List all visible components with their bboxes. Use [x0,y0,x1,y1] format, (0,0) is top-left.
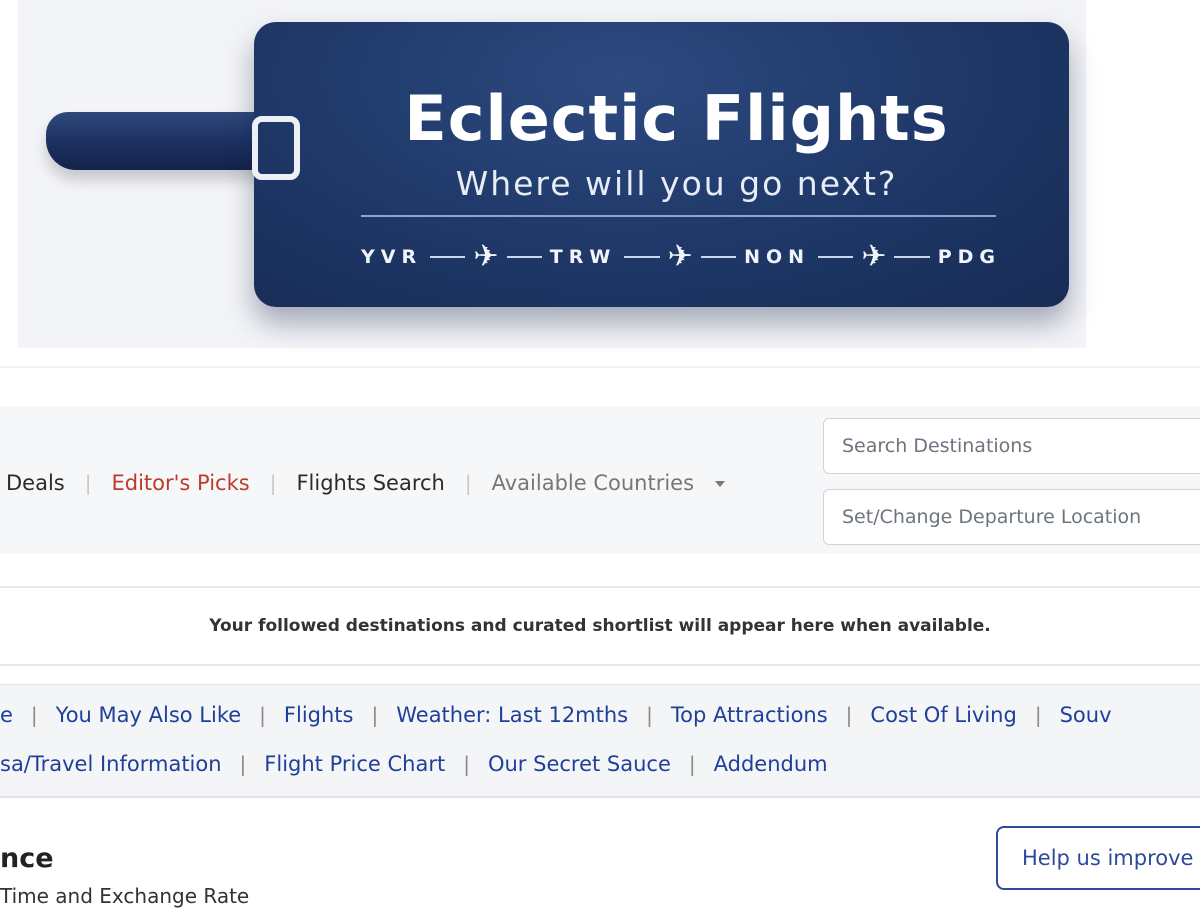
airplane-icon: ✈ [667,239,693,274]
airport-code: TRW [549,246,617,268]
airplane-icon: ✈ [473,239,499,274]
nav-dropdown-available-countries[interactable]: Available Countries [492,471,725,495]
section-nav-row: e | You May Also Like | Flights | Weathe… [0,703,1112,727]
caret-down-icon [714,481,725,487]
nav-link-editors-picks[interactable]: Editor's Picks [111,471,249,495]
section-link-souvenirs[interactable]: Souv [1060,703,1112,727]
section-link-cost-of-living[interactable]: Cost Of Living [870,703,1016,727]
luggage-tag-strap [46,112,284,170]
nav-links: Deals | Editor's Picks | Flights Search … [6,468,725,498]
section-heading: nce [0,843,54,874]
luggage-tag: Eclectic Flights Where will you go next?… [254,22,1069,307]
divider [0,366,1200,368]
route-strip: YVR ✈ TRW ✈ NON ✈ PDG [361,242,1001,272]
departure-location-input[interactable] [823,489,1200,545]
help-us-improve-button[interactable]: Help us improve [996,826,1200,890]
section-link-visa-travel-info[interactable]: sa/Travel Information [0,752,222,776]
section-nav-row: sa/Travel Information | Flight Price Cha… [0,752,828,776]
nav-dropdown-label[interactable]: Available Countries [492,471,694,495]
section-nav: e | You May Also Like | Flights | Weathe… [0,684,1200,798]
hero-banner: Eclectic Flights Where will you go next?… [18,0,1086,348]
section-link-addendum[interactable]: Addendum [714,752,828,776]
shortlist-info-bar: Your followed destinations and curated s… [0,586,1200,666]
nav-link-deals[interactable]: Deals [6,471,65,495]
section-link-weather[interactable]: Weather: Last 12mths [396,703,628,727]
search-destinations-input[interactable] [823,418,1200,474]
nav-link-flights-search[interactable]: Flights Search [296,471,444,495]
section-link-you-may-also-like[interactable]: You May Also Like [56,703,242,727]
section-link-flight-price-chart[interactable]: Flight Price Chart [264,752,445,776]
shortlist-info-text: Your followed destinations and curated s… [209,616,991,636]
airplane-icon: ✈ [861,239,887,274]
section-link[interactable]: e [0,703,13,727]
nav-separator: | [464,471,472,495]
section-subheading: Time and Exchange Rate [0,884,250,908]
airport-code: PDG [937,246,1002,268]
nav-separator: | [269,471,277,495]
luggage-tag-loop [252,116,300,180]
section-link-our-secret-sauce[interactable]: Our Secret Sauce [488,752,671,776]
site-title: Eclectic Flights [404,82,949,155]
section-link-top-attractions[interactable]: Top Attractions [671,703,828,727]
airport-code: YVR [361,246,423,268]
site-tagline: Where will you go next? [455,164,898,203]
nav-separator: | [84,471,92,495]
section-link-flights[interactable]: Flights [284,703,354,727]
main-navbar: Deals | Editor's Picks | Flights Search … [0,406,1200,554]
tag-divider [361,215,996,217]
airport-code: NON [744,246,811,268]
